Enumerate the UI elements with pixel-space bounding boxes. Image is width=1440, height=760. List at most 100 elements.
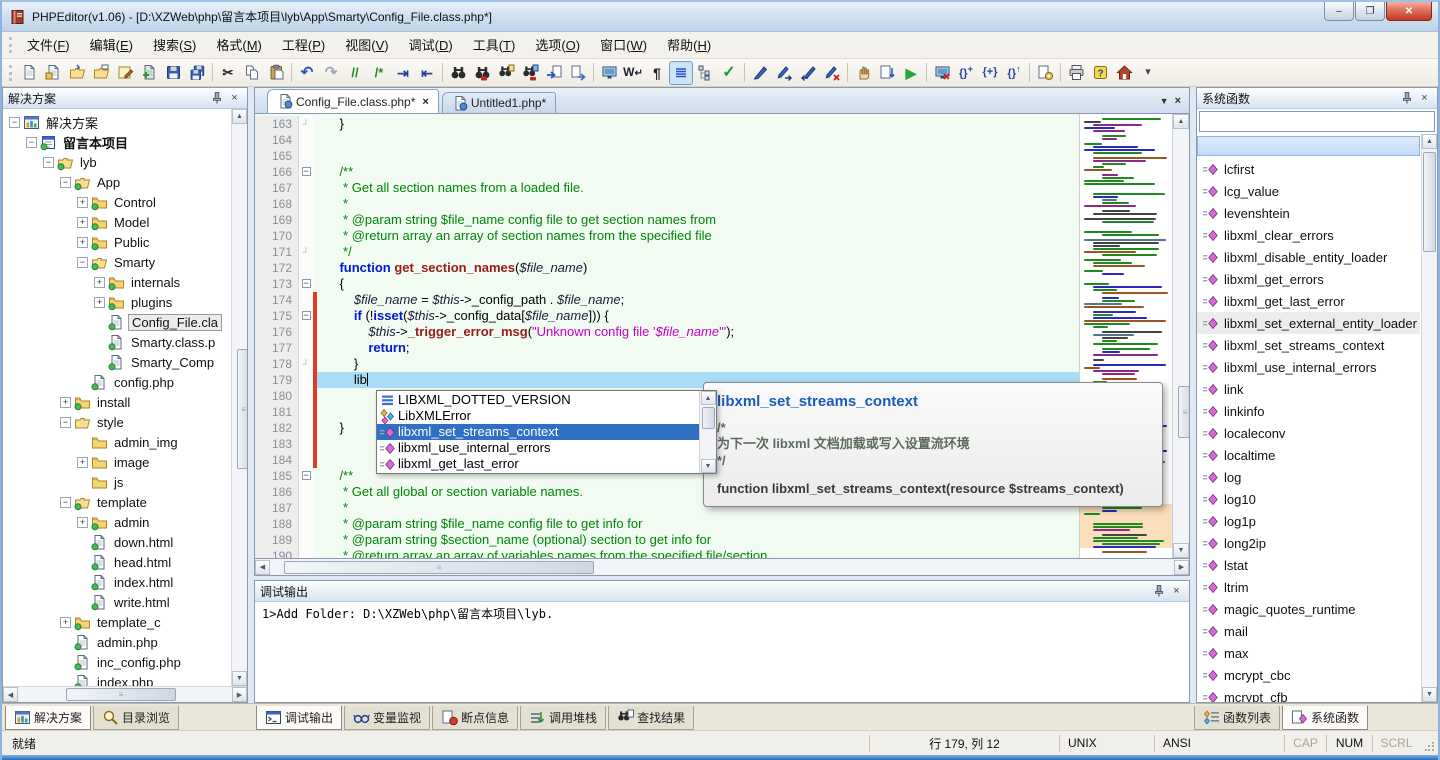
- pin-icon[interactable]: [1399, 91, 1414, 105]
- tree-toggle-icon[interactable]: +: [94, 277, 105, 288]
- function-list-selected-row[interactable]: [1197, 136, 1420, 156]
- home-icon[interactable]: [1112, 61, 1136, 85]
- tree-item-internals[interactable]: +internals: [3, 272, 247, 292]
- show-paragraph-icon[interactable]: ¶: [645, 61, 669, 85]
- resize-grip[interactable]: [1420, 731, 1438, 755]
- panel-tab-查找结果[interactable]: 查找结果: [608, 706, 694, 730]
- run-icon[interactable]: ▶: [899, 61, 923, 85]
- menu-item-选项(O)[interactable]: 选项(O): [525, 35, 590, 56]
- tree-item-lyb[interactable]: −lyb: [3, 152, 247, 172]
- tree-item-admin[interactable]: +admin: [3, 512, 247, 532]
- function-item-libxml_get_errors[interactable]: libxml_get_errors: [1197, 268, 1420, 290]
- tree-toggle-icon[interactable]: −: [43, 157, 54, 168]
- fold-marker-icon[interactable]: ┘: [299, 244, 313, 260]
- editor-scroll-thumb[interactable]: ≡: [1178, 386, 1190, 438]
- scroll-left-icon[interactable]: ◀: [3, 687, 18, 702]
- close-document-icon[interactable]: ×: [1175, 95, 1181, 107]
- panel-tab-断点信息[interactable]: 断点信息: [432, 706, 518, 730]
- code-line-175[interactable]: 175− if (!isset($this->_config_data[$fil…: [255, 308, 1079, 324]
- tree-toggle-icon[interactable]: +: [77, 517, 88, 528]
- open-folder-icon[interactable]: [89, 61, 113, 85]
- scroll-right-icon[interactable]: ▶: [232, 687, 247, 702]
- tree-toggle-icon[interactable]: −: [60, 417, 71, 428]
- format-doc-icon[interactable]: [875, 61, 899, 85]
- code-line-172[interactable]: 172 function get_section_names($file_nam…: [255, 260, 1079, 276]
- code-line-173[interactable]: 173− {: [255, 276, 1079, 292]
- copy-icon[interactable]: [240, 61, 264, 85]
- code-line-178[interactable]: 178┘ }: [255, 356, 1079, 372]
- scroll-up-icon[interactable]: ▲: [1422, 134, 1437, 149]
- tree-toggle-icon[interactable]: −: [60, 177, 71, 188]
- print-icon[interactable]: [1064, 61, 1088, 85]
- autocomplete-item-LibXMLError[interactable]: LibXMLError: [377, 408, 699, 424]
- menu-item-帮助(H)[interactable]: 帮助(H): [657, 35, 721, 56]
- function-item-linkinfo[interactable]: linkinfo: [1197, 400, 1420, 422]
- outline-icon[interactable]: [693, 61, 717, 85]
- function-item-mcrypt_cbc[interactable]: mcrypt_cbc: [1197, 664, 1420, 686]
- goto-line-icon[interactable]: [542, 61, 566, 85]
- tree-toggle-icon[interactable]: −: [26, 137, 37, 148]
- bookmark-next-icon[interactable]: [772, 61, 796, 85]
- panel-tab-调用堆栈[interactable]: 调用堆栈: [520, 706, 606, 730]
- tree-item-head.html[interactable]: head.html: [3, 552, 247, 572]
- function-item-libxml_get_last_error[interactable]: libxml_get_last_error: [1197, 290, 1420, 312]
- export-icon[interactable]: [566, 61, 590, 85]
- code-editor[interactable]: 163┘ }164165166− /**167 * Get all sectio…: [254, 113, 1190, 559]
- scroll-down-icon[interactable]: ▼: [701, 459, 716, 473]
- panel-tab-变量监视[interactable]: 变量监视: [344, 706, 430, 730]
- function-item-log[interactable]: log: [1197, 466, 1420, 488]
- brace-open-icon[interactable]: {}+: [954, 61, 978, 85]
- function-item-log1p[interactable]: log1p: [1197, 510, 1420, 532]
- open-file-icon[interactable]: [65, 61, 89, 85]
- bookmark-prev-icon[interactable]: [796, 61, 820, 85]
- close-button[interactable]: ✕: [1386, 2, 1432, 21]
- fold-marker-icon[interactable]: ┘: [299, 116, 313, 132]
- tree-item-Model[interactable]: +Model: [3, 212, 247, 232]
- brace-add-icon[interactable]: {+}: [978, 61, 1002, 85]
- tree-scroll-thumb[interactable]: ≡: [237, 349, 247, 469]
- document-tab-Untitled1.php*[interactable]: Untitled1.php*: [442, 92, 556, 113]
- function-search-input[interactable]: [1199, 111, 1435, 132]
- menu-item-调试(D)[interactable]: 调试(D): [399, 35, 463, 56]
- function-item-lstat[interactable]: lstat: [1197, 554, 1420, 576]
- function-item-log10[interactable]: log10: [1197, 488, 1420, 510]
- hand-icon[interactable]: [851, 61, 875, 85]
- panel-tab-系统函数[interactable]: 系统函数: [1282, 706, 1368, 730]
- tree-item-Smarty.class.p[interactable]: Smarty.class.p: [3, 332, 247, 352]
- menu-item-文件(F)[interactable]: 文件(F): [17, 35, 80, 56]
- panel-tab-调试输出[interactable]: 调试输出: [256, 706, 342, 730]
- code-line-167[interactable]: 167 * Get all section names from a loade…: [255, 180, 1079, 196]
- function-item-link[interactable]: link: [1197, 378, 1420, 400]
- close-icon[interactable]: ×: [1417, 91, 1432, 105]
- edit-template-icon[interactable]: [113, 61, 137, 85]
- scroll-up-icon[interactable]: ▲: [1173, 114, 1189, 129]
- tree-toggle-icon[interactable]: −: [77, 257, 88, 268]
- close-icon[interactable]: ×: [227, 91, 242, 105]
- fold-marker-icon[interactable]: −: [299, 164, 313, 180]
- fold-marker-icon[interactable]: ┘: [299, 356, 313, 372]
- tree-item-down.html[interactable]: down.html: [3, 532, 247, 552]
- function-item-mcrypt_cfb[interactable]: mcrypt_cfb: [1197, 686, 1420, 702]
- function-item-long2ip[interactable]: long2ip: [1197, 532, 1420, 554]
- panel-tab-函数列表[interactable]: 函数列表: [1194, 706, 1280, 730]
- code-line-188[interactable]: 188 * @param string $file_name config fi…: [255, 516, 1079, 532]
- tree-toggle-icon[interactable]: −: [60, 497, 71, 508]
- replace-icon[interactable]: [470, 61, 494, 85]
- editor-horizontal-scrollbar[interactable]: ◀ ≡ ▶: [254, 559, 1190, 576]
- tree-item-admin.php[interactable]: admin.php: [3, 632, 247, 652]
- tree-item-index.php[interactable]: index.php: [3, 672, 247, 686]
- code-line-189[interactable]: 189 * @param string $section_name (optio…: [255, 532, 1079, 548]
- tree-item-留言本项目[interactable]: −留言本项目: [3, 132, 247, 152]
- functions-scroll-thumb[interactable]: [1423, 152, 1436, 252]
- tree-item-Smarty[interactable]: −Smarty: [3, 252, 247, 272]
- scroll-right-icon[interactable]: ▶: [1174, 560, 1189, 575]
- function-item-ltrim[interactable]: ltrim: [1197, 576, 1420, 598]
- find-in-files-icon[interactable]: [494, 61, 518, 85]
- editor-vertical-scrollbar[interactable]: ▲ ≡ ▼: [1172, 114, 1189, 558]
- tree-item-Smarty_Comp[interactable]: Smarty_Comp: [3, 352, 247, 372]
- indent-icon[interactable]: ⇥: [391, 61, 415, 85]
- scroll-up-icon[interactable]: ▲: [232, 109, 247, 124]
- code-line-170[interactable]: 170 * @return array an array of section …: [255, 228, 1079, 244]
- word-wrap-icon[interactable]: W↵: [621, 61, 645, 85]
- autocomplete-item-libxml_set_streams_context[interactable]: libxml_set_streams_context: [377, 424, 699, 440]
